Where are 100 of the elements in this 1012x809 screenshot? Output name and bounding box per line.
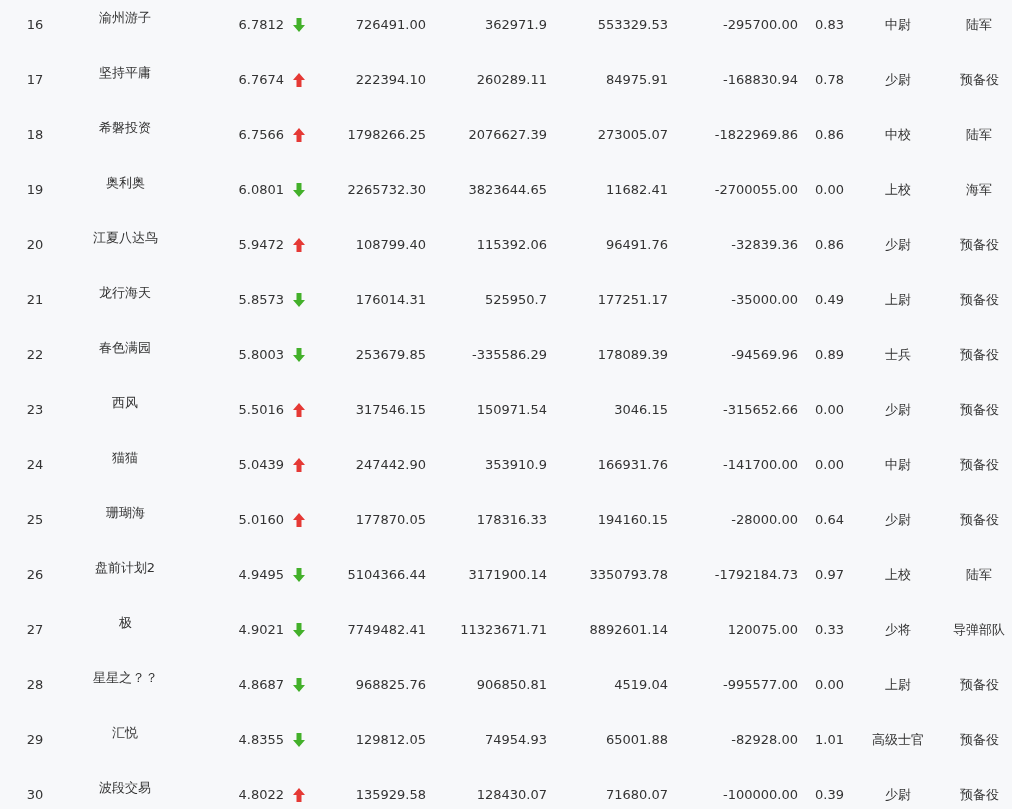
rank-number: 22 [26, 345, 44, 364]
rank-number: 21 [26, 290, 44, 309]
user-name: 坚持平庸 [99, 63, 151, 82]
rank-number: 18 [26, 125, 44, 144]
table-cell-text: -94569.96 [731, 345, 798, 364]
rank-number: 17 [26, 70, 44, 89]
table-cell-text: 0.78 [815, 70, 844, 89]
branch-label: 预备役 [959, 235, 999, 254]
user-name: 波段交易 [99, 778, 151, 797]
table-cell-text: 1.01 [815, 730, 844, 749]
branch-label: 预备役 [959, 70, 999, 89]
branch-label: 预备役 [959, 455, 999, 474]
table-cell-text: 0.86 [815, 125, 844, 144]
table-cell-text: 0.97 [815, 565, 844, 584]
rank-title: 少尉 [885, 235, 911, 254]
table-cell-text: 0.00 [815, 180, 844, 199]
table-cell-text: 273005.07 [597, 125, 668, 144]
branch-label: 预备役 [959, 675, 999, 694]
table-cell-text: 120075.00 [727, 620, 798, 639]
score-value: 5.0160 [238, 510, 284, 529]
table-cell-text: -2700055.00 [714, 180, 798, 199]
table-cell-text: 71680.07 [605, 785, 668, 804]
rank-title: 上校 [885, 180, 911, 199]
user-name: 珊瑚海 [105, 503, 145, 522]
table-cell-text: -32839.36 [731, 235, 798, 254]
score-value: 5.5016 [238, 400, 284, 419]
rank-number: 20 [26, 235, 44, 254]
branch-label: 海军 [966, 180, 992, 199]
branch-label: 预备役 [959, 730, 999, 749]
score-value: 6.7674 [238, 70, 284, 89]
table-cell-text: -995577.00 [723, 675, 798, 694]
table-cell-text: 0.00 [815, 455, 844, 474]
table-cell-text: 3171900.14 [468, 565, 547, 584]
rank-title: 中校 [885, 125, 911, 144]
table-cell-text: 0.00 [815, 400, 844, 419]
rank-number: 27 [26, 620, 44, 639]
user-name: 西风 [112, 393, 138, 412]
user-name: 江夏八达鸟 [92, 228, 158, 247]
rank-title: 高级士官 [872, 730, 924, 749]
rank-title: 中尉 [885, 455, 911, 474]
user-name: 奥利奥 [105, 173, 145, 192]
rank-title: 少将 [885, 620, 911, 639]
table-cell-text: 194160.15 [597, 510, 668, 529]
table-cell-text: 115392.06 [476, 235, 547, 254]
rank-number: 23 [26, 400, 44, 419]
table-cell-text: 222394.10 [355, 70, 426, 89]
user-name: 盘前计划2 [94, 558, 156, 577]
table-cell-text: 178089.39 [597, 345, 668, 364]
table-cell-text: -1792184.73 [714, 565, 798, 584]
table-cell-text: 177870.05 [355, 510, 426, 529]
branch-label: 陆军 [966, 125, 992, 144]
rank-title: 上尉 [885, 290, 911, 309]
table-cell-text: 0.39 [815, 785, 844, 804]
user-name: 汇悦 [112, 723, 138, 742]
table-cell-text: -168830.94 [723, 70, 798, 89]
branch-label: 预备役 [959, 345, 999, 364]
table-cell-text: -315652.66 [723, 400, 798, 419]
table-cell-text: 726491.00 [355, 15, 426, 34]
rank-title: 上校 [885, 565, 911, 584]
table-cell-text: 0.83 [815, 15, 844, 34]
score-value: 6.0801 [238, 180, 284, 199]
table-cell-text: -1822969.86 [714, 125, 798, 144]
rank-number: 30 [26, 785, 44, 804]
score-value: 4.9021 [238, 620, 284, 639]
table-cell-text: 7749482.41 [347, 620, 426, 639]
table-cell-text: 135929.58 [355, 785, 426, 804]
table-cell-text: 1798266.25 [347, 125, 426, 144]
user-name: 渝州游子 [99, 8, 151, 27]
table-cell-text: 3350793.78 [589, 565, 668, 584]
rank-number: 16 [26, 15, 44, 34]
table-cell-text: 129812.05 [355, 730, 426, 749]
table-cell-text: 128430.07 [476, 785, 547, 804]
rank-number: 25 [26, 510, 44, 529]
score-value: 5.0439 [238, 455, 284, 474]
rank-title: 中尉 [885, 15, 911, 34]
score-value: 4.8022 [238, 785, 284, 804]
table-cell-text: 65001.88 [605, 730, 668, 749]
score-value: 6.7566 [238, 125, 284, 144]
branch-label: 预备役 [959, 400, 999, 419]
table-cell-text: 553329.53 [597, 15, 668, 34]
rank-number: 29 [26, 730, 44, 749]
table-cell-text: -141700.00 [723, 455, 798, 474]
table-cell-text: 177251.17 [597, 290, 668, 309]
rank-title: 少尉 [885, 70, 911, 89]
table-cell-text: 74954.93 [484, 730, 547, 749]
table-cell-text: 906850.81 [476, 675, 547, 694]
rank-title: 少尉 [885, 785, 911, 804]
table-cell-text: 3823644.65 [468, 180, 547, 199]
table-cell-text: 0.33 [815, 620, 844, 639]
table-cell-text: 0.00 [815, 675, 844, 694]
score-value: 5.9472 [238, 235, 284, 254]
table-cell-text: 525950.7 [484, 290, 547, 309]
table-cell-text: -100000.00 [723, 785, 798, 804]
table-cell-text: 253679.85 [355, 345, 426, 364]
rank-number: 26 [26, 565, 44, 584]
table-cell-text: 0.49 [815, 290, 844, 309]
branch-label: 导弹部队 [953, 620, 1005, 639]
table-cell-text: 317546.15 [355, 400, 426, 419]
table-cell-text: 11682.41 [605, 180, 668, 199]
table-cell-text: 4519.04 [614, 675, 668, 694]
